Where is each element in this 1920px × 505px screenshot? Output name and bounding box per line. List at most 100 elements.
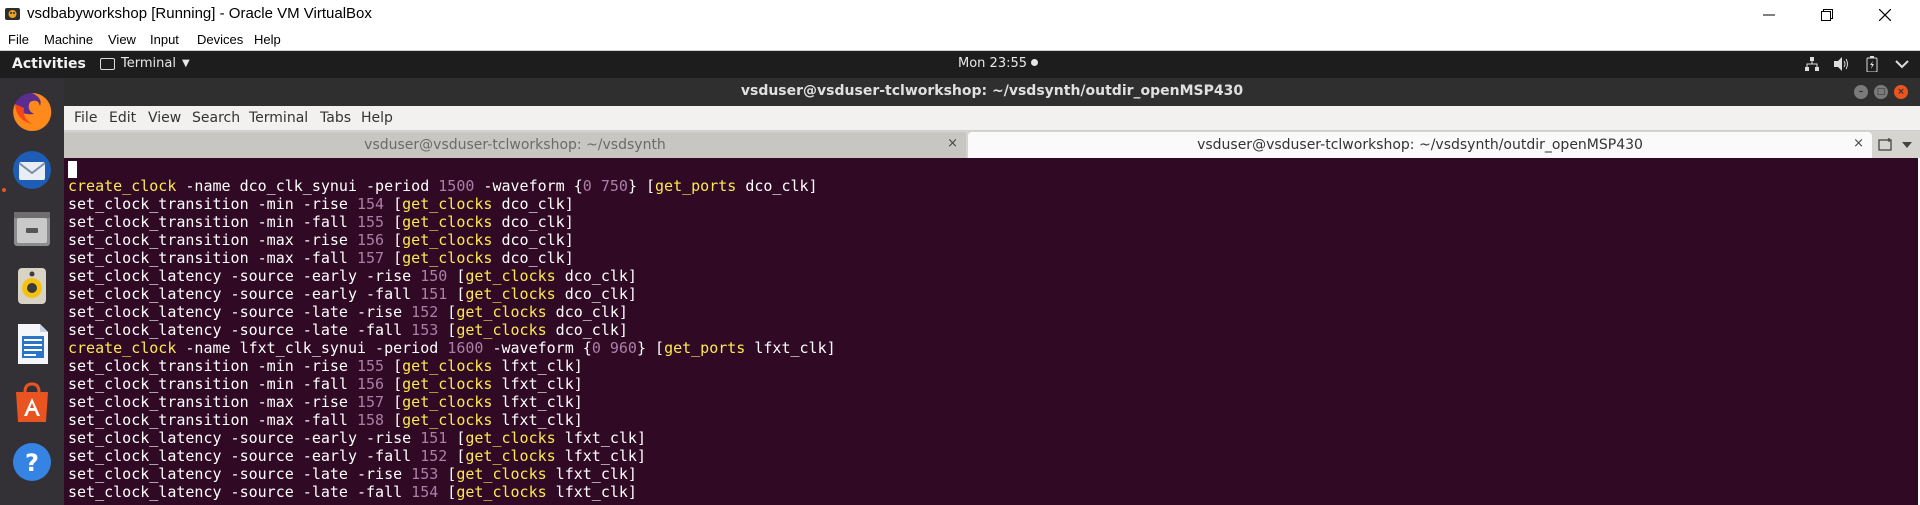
close-button[interactable] [1856, 0, 1914, 29]
terminal-text-segment: } [ [636, 339, 665, 357]
term-menu-view[interactable]: View [148, 110, 181, 126]
terminal-text-segment: [ [384, 195, 403, 213]
ubuntu-dock: ? [0, 78, 64, 505]
chevron-down-icon: ▼ [181, 58, 190, 69]
terminal-text-segment: dco_clk] [546, 321, 628, 339]
dock-help[interactable]: ? [8, 436, 56, 484]
software-icon [16, 382, 48, 422]
terminal-line: set_clock_transition -min -rise 154 [get… [68, 195, 836, 213]
dock-rhythmbox[interactable] [8, 262, 56, 310]
terminal-close-icon[interactable]: × [1894, 85, 1908, 99]
activities-button[interactable]: Activities [12, 56, 86, 72]
tab-outdir-openmsp430[interactable]: vsduser@vsduser-tclworkshop: ~/vsdsynth/… [968, 132, 1872, 158]
terminal-text-segment: get_clocks [465, 447, 556, 465]
terminal-text-segment: [ [438, 465, 457, 483]
dock-writer[interactable] [8, 320, 56, 368]
tab-close-icon[interactable]: × [947, 136, 958, 151]
terminal-text-segment: dco_clk] [555, 267, 637, 285]
terminal-maximize-icon[interactable]: □ [1874, 85, 1888, 99]
virtualbox-menubar: File Machine View Input Devices Help [0, 29, 1920, 51]
network-icon [1804, 56, 1820, 72]
terminal-line: set_clock_latency -source -late -fall 15… [68, 321, 836, 339]
terminal-text-segment: 0 960 [591, 339, 637, 357]
term-menu-file[interactable]: File [74, 110, 97, 126]
restore-button[interactable] [1798, 0, 1856, 29]
terminal-text-segment: [ [438, 483, 457, 501]
dock-thunderbird[interactable] [8, 146, 56, 194]
terminal-text-segment: set_clock_transition -max -rise [68, 231, 357, 249]
vbox-menu-help[interactable]: Help [254, 32, 281, 47]
term-menu-help[interactable]: Help [361, 110, 393, 126]
terminal-icon [100, 57, 115, 70]
terminal-text-segment: [ [384, 213, 403, 231]
notification-dot-icon [1031, 59, 1039, 66]
terminal-menubar: File Edit View Search Terminal Tabs Help [64, 106, 1920, 131]
terminal-text-segment: set_clock_transition -min -fall [68, 213, 357, 231]
terminal-text-segment: -name lfxt_clk_synui -period [176, 339, 448, 357]
terminal-text-segment: 152 [420, 447, 448, 465]
tabs-dropdown-icon [1902, 141, 1912, 148]
minimize-button[interactable] [1740, 0, 1798, 29]
terminal-text-segment: set_clock_transition -min -rise [68, 195, 357, 213]
terminal-text-segment: 158 [356, 411, 385, 429]
terminal-line: set_clock_transition -max -rise 157 [get… [68, 393, 836, 411]
dock-firefox[interactable] [8, 88, 56, 136]
terminal-text-segment: [ [384, 375, 403, 393]
terminal-line: create_clock -name dco_clk_synui -period… [68, 177, 836, 195]
system-tray[interactable] [1804, 56, 1910, 72]
terminal-line: set_clock_latency -source -early -fall 1… [68, 447, 836, 465]
term-menu-terminal[interactable]: Terminal [249, 110, 308, 126]
terminal-text-segment: get_clocks [402, 357, 493, 375]
terminal-text-segment: 157 [356, 249, 385, 267]
terminal-titlebar[interactable]: vsduser@vsduser-tclworkshop: ~/vsdsynth/… [64, 78, 1920, 106]
terminal-text-segment: 0 750 [582, 177, 628, 195]
terminal-text-segment: lfxt_clk] [492, 411, 583, 429]
vbox-menu-input[interactable]: Input [150, 32, 179, 47]
terminal-text-segment: get_clocks [465, 285, 556, 303]
terminal-text-segment: 153 [411, 321, 439, 339]
dock-software[interactable] [8, 378, 56, 426]
terminal-minimize-icon[interactable]: – [1854, 85, 1868, 99]
tab-vsdsynth[interactable]: vsduser@vsduser-tclworkshop: ~/vsdsynth … [64, 132, 966, 158]
terminal-text-segment: [ [384, 393, 403, 411]
vbox-menu-view[interactable]: View [108, 32, 136, 47]
terminal-text-segment: 154 [356, 195, 385, 213]
terminal-text-segment: get_clocks [402, 411, 493, 429]
terminal-text-segment: 150 [420, 267, 448, 285]
terminal-text-segment: lfxt_clk] [492, 375, 583, 393]
app-menu[interactable]: Terminal ▼ [100, 56, 190, 71]
terminal-text-segment: [ [384, 357, 403, 375]
terminal-text-segment: 154 [411, 483, 439, 501]
terminal-text-segment: [ [438, 321, 457, 339]
terminal-line: set_clock_latency -source -late -fall 15… [68, 483, 836, 501]
terminal-text-segment: dco_clk] [492, 249, 574, 267]
terminal-text-segment: } [ [627, 177, 656, 195]
terminal-text-segment: lfxt_clk] [492, 393, 583, 411]
terminal-text-segment: 153 [411, 465, 439, 483]
restore-icon [1821, 8, 1833, 21]
terminal-text-segment: [ [447, 429, 466, 447]
libreoffice-writer-icon [18, 324, 48, 364]
terminal-text-segment: set_clock_latency -source -late -rise [68, 465, 412, 483]
terminal-line: set_clock_latency -source -late -rise 15… [68, 465, 836, 483]
vbox-menu-file[interactable]: File [8, 32, 29, 47]
term-menu-search[interactable]: Search [192, 110, 240, 126]
terminal-text-segment: get_clocks [465, 267, 556, 285]
terminal-output[interactable]: create_clock -name dco_clk_synui -period… [64, 158, 1918, 505]
vbox-menu-machine[interactable]: Machine [44, 32, 93, 47]
vbox-menu-devices[interactable]: Devices [197, 32, 243, 47]
dock-files[interactable] [8, 204, 56, 252]
terminal-text-segment: create_clock [68, 177, 177, 195]
tab-tools[interactable] [1870, 131, 1920, 158]
terminal-line: set_clock_latency -source -early -fall 1… [68, 285, 836, 303]
terminal-text-segment: 151 [420, 429, 448, 447]
terminal-text-segment: [ [438, 303, 457, 321]
clock[interactable]: Mon 23:55 [958, 56, 1039, 71]
tab-close-icon[interactable]: × [1853, 136, 1864, 151]
term-menu-tabs[interactable]: Tabs [320, 110, 351, 126]
minimize-icon [1763, 14, 1775, 15]
terminal-text-segment: 156 [356, 375, 385, 393]
term-menu-edit[interactable]: Edit [109, 110, 136, 126]
terminal-text-segment: create_clock [68, 339, 177, 357]
terminal-text-segment: get_clocks [402, 213, 493, 231]
